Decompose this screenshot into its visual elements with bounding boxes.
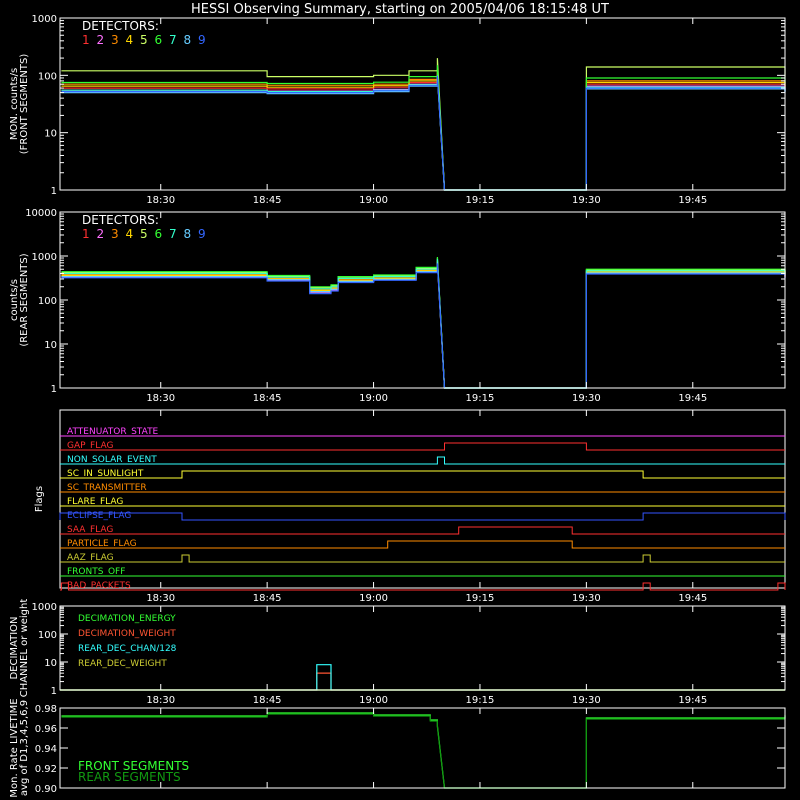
series-line	[61, 261, 786, 389]
flag-line	[60, 526, 785, 535]
series-line	[61, 260, 786, 389]
rear-ytick-label: 1000	[32, 252, 57, 263]
livetime-ytick-label: 0.92	[35, 764, 57, 775]
legend-entry: DECIMATION_ENERGY	[78, 614, 176, 624]
front-ytick-label: 1000	[32, 14, 57, 25]
decimation-ylabel-2: CHANNEL or weight	[19, 599, 30, 698]
series-line	[60, 672, 785, 691]
series-line	[61, 259, 786, 389]
flags-xtick-label: 19:45	[678, 593, 707, 604]
rear-xtick-label: 19:30	[572, 393, 601, 404]
legend-entry: 9	[198, 33, 206, 47]
legend-entry: 4	[126, 33, 134, 47]
legend-entry: 7	[169, 227, 177, 241]
decimation-xtick-label: 19:30	[572, 695, 601, 706]
livetime-ytick-label: 0.96	[35, 724, 57, 735]
flags-xtick-label: 18:45	[253, 593, 282, 604]
rear-ytick-label: 10	[44, 340, 57, 351]
legend-entry: 1	[82, 33, 90, 47]
legend-entry: 8	[184, 227, 192, 241]
legend-title: DETECTORS:	[82, 19, 159, 33]
series-line	[61, 262, 786, 389]
decimation-xtick-label: 18:30	[146, 695, 175, 706]
panel-flags: 18:30 18:45 19:00 19:15 19:30 19:45FlagsATTEN…	[34, 409, 786, 604]
front-ytick-label: 10	[44, 129, 57, 140]
rear-ytick-label: 100	[38, 296, 57, 307]
decimation-xtick-label: 19:45	[678, 695, 707, 706]
summary-plot: HESSI Observing Summary, starting on 200…	[9, 2, 786, 798]
rear-xtick-label: 19:45	[678, 393, 707, 404]
legend-entry: DECIMATION_WEIGHT	[78, 629, 176, 639]
rear-xtick-label: 19:00	[359, 393, 388, 404]
decimation-ytick-label: 1	[51, 686, 57, 697]
series-line	[61, 262, 786, 389]
panel-rear: 18:30 18:45 19:00 19:15 19:30 19:45 1 10 100 1000…	[9, 208, 786, 404]
decimation-xtick-label: 19:00	[359, 695, 388, 706]
decimation-xtick-label: 19:15	[466, 695, 495, 706]
series-line	[61, 263, 786, 389]
livetime-ytick-label: 0.90	[35, 784, 57, 795]
legend-entry: 4	[126, 227, 134, 241]
flags-xtick-label: 19:30	[572, 593, 601, 604]
flag-line	[59, 512, 786, 521]
flag-line	[60, 582, 786, 591]
legend-entry: 2	[97, 227, 105, 241]
panel-livetime: 0.900.920.940.960.98Mon. Rate LIVETIME av…	[9, 698, 786, 798]
front-xtick-label: 18:45	[253, 195, 282, 206]
series-line	[60, 664, 785, 691]
observing-summary: HESSI Observing Summary, starting on 200…	[0, 0, 800, 800]
series-line	[61, 76, 786, 191]
legend-entry: 5	[140, 227, 148, 241]
panel-front: 18:30 18:45 19:00 19:15 19:30 19:45 1 10 100 1000…	[9, 14, 786, 206]
front-xtick-label: 19:00	[359, 195, 388, 206]
livetime-ytick-label: 0.98	[35, 704, 57, 715]
front-xtick-label: 19:30	[572, 195, 601, 206]
flags-xtick-label: 18:30	[146, 593, 175, 604]
decimation-xtick-label: 18:45	[253, 695, 282, 706]
legend-entry: 1	[82, 227, 90, 241]
front-xtick-label: 19:15	[466, 195, 495, 206]
rear-ytick-label: 10000	[25, 208, 57, 219]
legend-entry: 2	[97, 33, 105, 47]
flag-line	[60, 554, 785, 563]
flag-line	[60, 456, 785, 465]
decimation-ytick-label: 10	[44, 658, 57, 669]
livetime-ylabel-2: avg of D1,3,4,5,6,9	[19, 700, 30, 796]
series-line	[61, 260, 786, 389]
legend-entry: 5	[140, 33, 148, 47]
flags-xtick-label: 19:15	[466, 593, 495, 604]
rear-ytick-label: 1	[51, 384, 57, 395]
legend-entry: 3	[111, 227, 119, 241]
flags-frame	[59, 409, 786, 589]
legend-entry: REAR SEGMENTS	[78, 770, 181, 784]
legend-entry: 6	[155, 227, 163, 241]
front-ytick-label: 100	[38, 71, 57, 82]
flag-line	[60, 470, 785, 479]
flag-line	[60, 442, 785, 451]
legend-entry: 8	[184, 33, 192, 47]
flags-ylabel: Flags	[34, 486, 45, 512]
legend-entry: 7	[169, 33, 177, 47]
panel-decimation: 18:30 18:45 19:00 19:15 19:30 19:45 1 10 100 1000…	[9, 599, 786, 706]
decimation-ytick-label: 100	[38, 630, 57, 641]
front-xtick-label: 19:45	[678, 195, 707, 206]
rear-xtick-label: 18:30	[146, 393, 175, 404]
legend-entry: 3	[111, 33, 119, 47]
legend-entry: 9	[198, 227, 206, 241]
front-ylabel-2: (FRONT SEGMENTS)	[19, 54, 30, 155]
decimation-ytick-label: 1000	[32, 602, 57, 613]
livetime-ytick-label: 0.94	[35, 744, 57, 755]
legend-entry: REAR_DEC_CHAN/128	[78, 644, 177, 654]
legend-entry: REAR_DEC_WEIGHT	[78, 659, 167, 669]
front-ytick-label: 1	[51, 186, 57, 197]
chart-title: HESSI Observing Summary, starting on 200…	[191, 2, 609, 17]
front-xtick-label: 18:30	[146, 195, 175, 206]
legend-entry: 6	[155, 33, 163, 47]
rear-ylabel-2: (REAR SEGMENTS)	[19, 253, 30, 346]
flag-line	[60, 540, 785, 549]
rear-xtick-label: 19:15	[466, 393, 495, 404]
rear-xtick-label: 18:45	[253, 393, 282, 404]
legend-title: DETECTORS:	[82, 213, 159, 227]
flags-xtick-label: 19:00	[359, 593, 388, 604]
